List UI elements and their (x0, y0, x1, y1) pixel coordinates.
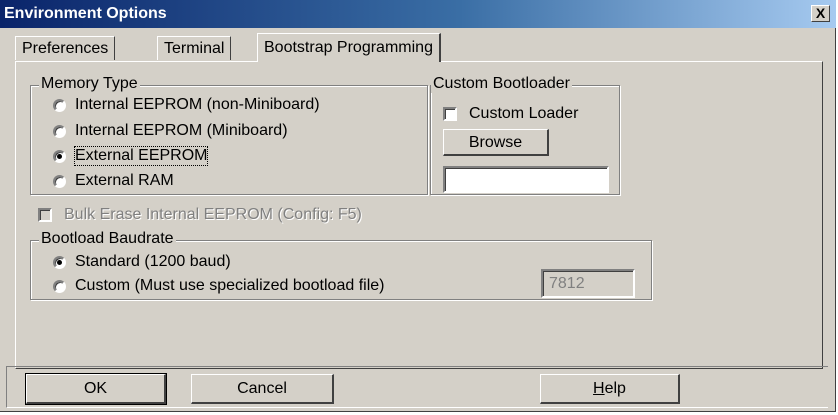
radio-label: Custom (Must use specialized bootload fi… (75, 277, 385, 294)
bulk-erase-checkbox-row[interactable]: Bulk Erase Internal EEPROM (Config: F5) (38, 206, 362, 224)
radio-label: External EEPROM (73, 146, 209, 166)
radio-label: External RAM (75, 172, 174, 189)
bootstrap-programming-panel: Memory Type Internal EEPROM (non-Miniboa… (15, 61, 823, 369)
radio-button[interactable] (53, 279, 66, 293)
custom-loader-label: Custom Loader (469, 105, 579, 122)
radio-label: Internal EEPROM (non-Miniboard) (75, 96, 320, 113)
ok-button-label: OK (83, 380, 108, 397)
custom-baud-value: 7812 (549, 275, 585, 292)
tab-bootstrap-programming[interactable]: Bootstrap Programming (257, 33, 441, 62)
bulk-erase-label: Bulk Erase Internal EEPROM (Config: F5) (64, 206, 362, 223)
bootload-baudrate-legend: Bootload Baudrate (39, 230, 176, 248)
radio-button-checked[interactable] (53, 149, 66, 163)
close-icon: X (815, 5, 826, 21)
tab-terminal[interactable]: Terminal (157, 36, 232, 60)
radio-button[interactable] (53, 98, 66, 112)
tab-preferences-label: Preferences (22, 40, 109, 57)
radio-button[interactable] (53, 124, 66, 138)
custom-bootloader-group: Custom Bootloader Custom Loader Browse (430, 75, 620, 195)
custom-loader-checkbox[interactable] (443, 107, 457, 121)
radio-button-checked[interactable] (53, 255, 66, 269)
tab-bootstrap-programming-label: Bootstrap Programming (264, 39, 433, 56)
help-button-label: elp (604, 380, 626, 397)
radio-button[interactable] (53, 174, 66, 188)
tab-preferences[interactable]: Preferences (15, 36, 116, 60)
custom-bootloader-legend: Custom Bootloader (431, 75, 572, 93)
memory-type-group: Memory Type Internal EEPROM (non-Miniboa… (30, 75, 428, 195)
memory-type-legend: Memory Type (39, 75, 140, 93)
browse-button[interactable]: Browse (443, 129, 549, 156)
radio-custom-baud[interactable]: Custom (Must use specialized bootload fi… (53, 277, 384, 295)
custom-loader-checkbox-row[interactable]: Custom Loader (443, 105, 578, 123)
bulk-erase-checkbox[interactable] (38, 208, 52, 222)
help-button[interactable]: Help (540, 374, 680, 404)
bootloader-path-field[interactable] (443, 166, 609, 193)
radio-standard-baud[interactable]: Standard (1200 baud) (53, 253, 231, 271)
radio-internal-eeprom-non-miniboard[interactable]: Internal EEPROM (non-Miniboard) (53, 96, 320, 114)
window-title: Environment Options (4, 5, 167, 22)
radio-label: Internal EEPROM (Miniboard) (75, 122, 288, 139)
radio-internal-eeprom-miniboard[interactable]: Internal EEPROM (Miniboard) (53, 122, 288, 140)
custom-baud-field[interactable]: 7812 (541, 269, 635, 298)
title-bar[interactable]: Environment Options X (0, 0, 836, 28)
radio-label: Standard (1200 baud) (75, 253, 231, 270)
environment-options-dialog: Environment Options X Preferences Termin… (0, 0, 836, 412)
help-mnemonic: H (593, 380, 605, 397)
radio-external-eeprom[interactable]: External EEPROM (53, 146, 209, 166)
tab-terminal-label: Terminal (164, 40, 225, 57)
bootload-baudrate-group: Bootload Baudrate Standard (1200 baud) C… (30, 230, 652, 300)
browse-button-label: Browse (468, 134, 523, 151)
cancel-button-label: Cancel (237, 380, 287, 397)
cancel-button[interactable]: Cancel (191, 374, 334, 404)
close-button[interactable]: X (811, 5, 830, 22)
ok-button[interactable]: OK (25, 373, 167, 405)
radio-external-ram[interactable]: External RAM (53, 172, 174, 190)
